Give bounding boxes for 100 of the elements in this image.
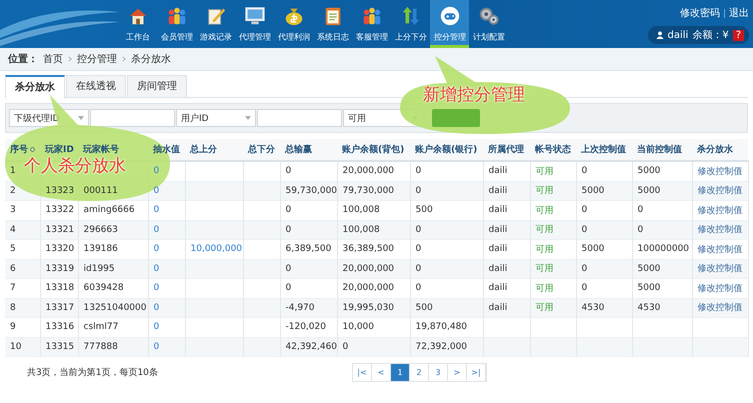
edit-link[interactable]: 修改控制值: [698, 166, 742, 177]
chevron-icon: [122, 56, 126, 62]
caret-icon: [78, 116, 84, 120]
table-cell: 777888: [84, 342, 118, 352]
table-cell: 20,000,000: [342, 264, 394, 274]
table-cell: 100,008: [342, 224, 380, 235]
nav-item[interactable]: 游戏记录: [196, 0, 235, 48]
table-cell: 0: [286, 166, 292, 176]
monitor-icon: [244, 5, 266, 27]
nav-item[interactable]: 客服管理: [352, 0, 391, 48]
column-header: 账户余额(银行): [415, 145, 478, 155]
table-cell: daili: [488, 264, 508, 274]
table-cell: 10: [10, 342, 22, 352]
column-header: 玩家帐号: [83, 145, 119, 155]
table-cell: 0: [582, 166, 588, 176]
table-cell: aming6666: [84, 205, 135, 216]
nav-item[interactable]: 会员管理: [157, 0, 196, 48]
nav-item[interactable]: 代理利润: [274, 0, 313, 48]
table-cell: daili: [488, 224, 508, 235]
table-cell: daili: [488, 302, 508, 313]
edit-link[interactable]: 修改控制值: [698, 284, 742, 294]
table-cell: 0: [286, 224, 292, 235]
table-cell: daili: [488, 186, 508, 196]
table-cell: 0: [582, 264, 588, 274]
table-cell: 36,389,500: [342, 244, 394, 254]
table-cell: 0: [154, 264, 160, 274]
table-cell: 19,870,480: [416, 322, 468, 332]
edit-link[interactable]: 修改控制值: [698, 244, 742, 255]
table-cell: 19,995,030: [342, 302, 394, 313]
input-field[interactable]: [90, 109, 175, 127]
nav-item[interactable]: 系统日志: [313, 0, 352, 48]
tab[interactable]: 杀分放水: [5, 75, 65, 99]
edit-link[interactable]: 修改控制值: [698, 206, 742, 216]
table-cell: daili: [488, 244, 508, 254]
table-cell: 10,000,000: [190, 244, 242, 254]
table-cell: 4: [10, 224, 16, 235]
table-cell: 可用: [536, 264, 554, 274]
table-cell: 0: [582, 283, 588, 294]
table-cell: 5000: [638, 264, 660, 274]
caret-icon: [245, 116, 251, 120]
callout-text: 新增控分管理: [423, 87, 525, 104]
user-name: daili: [668, 30, 688, 40]
table-cell: 100,008: [342, 205, 380, 216]
table-cell: 0: [154, 322, 160, 332]
action-button[interactable]: [432, 109, 480, 127]
table-cell: 6: [10, 264, 16, 274]
top-link[interactable]: 修改密码: [680, 6, 720, 20]
column-header: 所属代理: [488, 145, 524, 155]
breadcrumb-link[interactable]: 杀分放水: [131, 52, 171, 66]
table-cell: 0: [154, 205, 160, 216]
table-cell: 42,392,460: [286, 342, 338, 352]
input-field[interactable]: [257, 109, 342, 127]
table-cell: 0: [154, 186, 160, 196]
table-cell: 13321: [46, 224, 74, 235]
table-cell: 0: [638, 205, 644, 216]
nav-item[interactable]: 工作台: [118, 0, 157, 48]
table-cell: 6039428: [84, 283, 124, 294]
table-cell: 139186: [84, 244, 118, 254]
page-button[interactable]: 2: [410, 364, 429, 381]
select-field[interactable]: 用户ID: [176, 109, 256, 127]
table-cell: 500: [416, 205, 433, 216]
table-cell: 13317: [46, 302, 74, 313]
nav-item[interactable]: 上分下分: [391, 0, 430, 48]
breadcrumb-label: 位置：: [8, 52, 38, 66]
tab[interactable]: 在线透视: [66, 75, 126, 97]
table-cell: 5000: [638, 283, 660, 294]
column-header: 当前控制值: [637, 145, 682, 155]
table-cell: 0: [342, 342, 348, 352]
top-link[interactable]: 退出: [729, 6, 749, 20]
balance-label: 余额：¥: [692, 28, 729, 42]
column-header: 上次控制值: [581, 145, 626, 155]
page-button[interactable]: |<: [353, 364, 372, 381]
page-button[interactable]: 3: [429, 364, 448, 381]
nav-item[interactable]: 控分管理: [430, 0, 469, 48]
page-button[interactable]: >|: [467, 364, 486, 381]
table-cell: 13316: [46, 322, 74, 332]
table-cell: 0: [416, 186, 422, 196]
nav-item[interactable]: 代理管理: [235, 0, 274, 48]
table-cell: 0: [416, 244, 422, 254]
table-cell: daili: [488, 166, 508, 176]
column-header: 总输赢: [285, 145, 312, 155]
user-icon: [656, 31, 664, 39]
callout-text: 个人杀分放水: [24, 158, 126, 175]
page-button[interactable]: >: [448, 364, 467, 381]
column-header: 账户余额(背包): [342, 145, 404, 155]
page-button[interactable]: 1: [391, 364, 410, 381]
table-cell: 0: [416, 224, 422, 235]
table-cell: 79,730,000: [342, 186, 394, 196]
table-cell: 13251040000: [84, 302, 146, 313]
table-cell: 5000: [582, 244, 604, 254]
breadcrumb-link[interactable]: 控分管理: [77, 52, 117, 66]
table-cell: 72,392,000: [416, 342, 468, 352]
tab[interactable]: 房间管理: [127, 75, 187, 97]
table-cell: 0: [154, 302, 160, 313]
table-cell: 13320: [46, 244, 74, 254]
nav-item[interactable]: 计划配置: [469, 0, 508, 48]
breadcrumb-link[interactable]: 首页: [43, 52, 63, 66]
table-cell: 13318: [46, 283, 74, 294]
chevron-icon: [68, 56, 72, 62]
sort-icon[interactable]: [30, 147, 35, 152]
